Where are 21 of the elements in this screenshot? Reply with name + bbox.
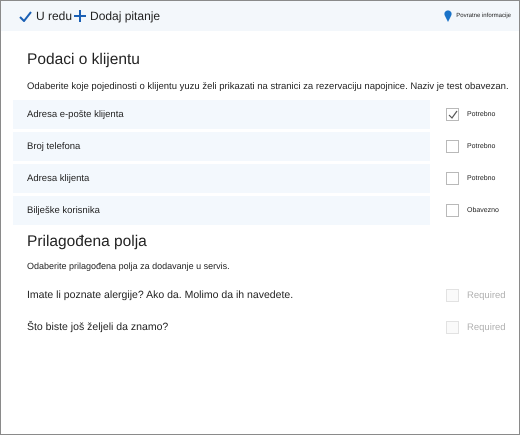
pin-icon	[444, 10, 452, 22]
checkmark-icon	[19, 10, 32, 22]
checkbox[interactable]	[446, 140, 459, 153]
checkbox[interactable]	[446, 204, 459, 217]
option-label: Required	[467, 322, 506, 332]
plus-icon	[74, 10, 86, 22]
field-label: Adresa e-pošte klijenta	[26, 109, 124, 120]
field-label: Imate li poznate alergije? Ako da. Molimo da ih navedete.	[26, 289, 294, 301]
section-title: Podaci o klijentu	[26, 51, 141, 69]
section-description: Odaberite prilagođena polja za dodavanje u servis.	[26, 261, 231, 271]
option-label: Required	[467, 290, 506, 300]
checkbox[interactable]	[446, 172, 459, 185]
field-label: Broj telefona	[26, 141, 80, 152]
field-label: Adresa klijenta	[26, 173, 90, 184]
checkbox[interactable]	[446, 108, 459, 121]
add-question-button[interactable]: Dodaj pitanje	[74, 9, 160, 23]
ok-button[interactable]: U redu	[19, 9, 72, 23]
field-label: Što biste još željeli da znamo?	[26, 321, 170, 333]
section-title: Prilagođena polja	[26, 233, 148, 251]
field-label: Bilješke korisnika	[26, 205, 100, 216]
section-description: Odaberite koje pojedinosti o klijentu yuzu želi prikazati na stranici za rezervaciju napojnice. Naziv je test obavezan.	[26, 81, 507, 92]
